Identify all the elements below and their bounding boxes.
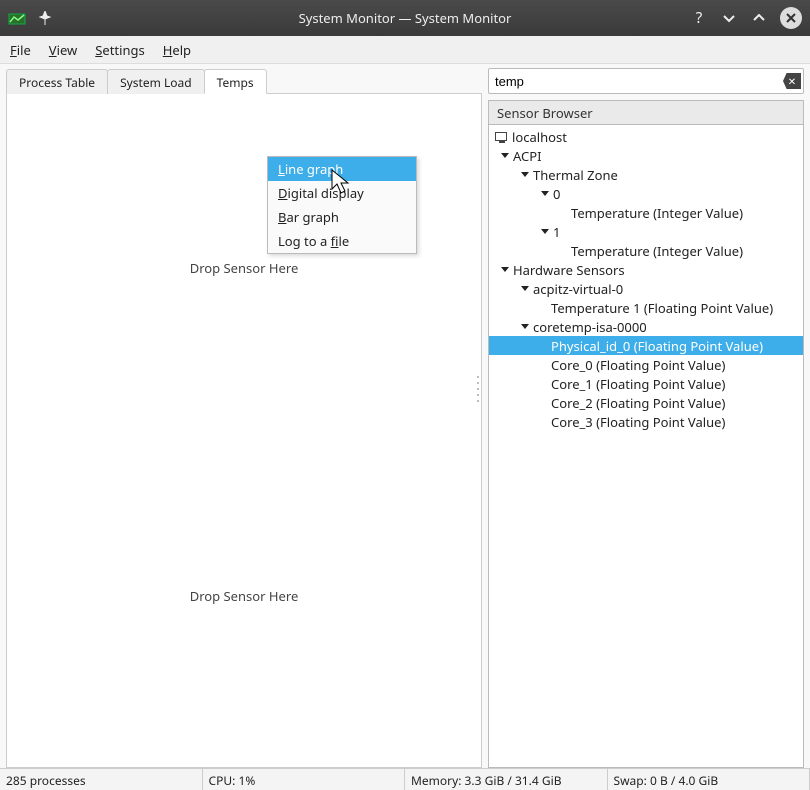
drop-hint-1: Drop Sensor Here [7,259,481,277]
tree-physical-id-0[interactable]: Physical_id_0 (Floating Point Value) [489,336,803,355]
search-row: ✕ [488,68,804,94]
menu-settings[interactable]: Settings [95,41,144,59]
context-log-to-file[interactable]: Log to a file [268,229,416,253]
sensor-browser-header: Sensor Browser [488,100,804,124]
tree-coretemp[interactable]: coretemp-isa-0000 [489,317,803,336]
tree-localhost[interactable]: localhost [489,127,803,146]
tree-core-3[interactable]: Core_3 (Floating Point Value) [489,412,803,431]
pin-icon[interactable] [36,9,54,27]
tree-zone-1[interactable]: 1 [489,222,803,241]
tab-temps[interactable]: Temps [204,69,267,94]
status-processes: 285 processes [0,769,203,790]
menu-view[interactable]: View [49,41,77,59]
tab-bar: Process Table System Load Temps [6,68,482,94]
status-cpu: CPU: 1% [202,769,406,790]
drop-hint-2: Drop Sensor Here [7,587,481,605]
tree-acpitz[interactable]: acpitz-virtual-0 [489,279,803,298]
titlebar: System Monitor — System Monitor ? [0,0,810,36]
tab-system-load[interactable]: System Load [107,69,205,94]
sensor-tree: localhost ACPI Thermal Zone 0 Temperatur… [488,124,804,768]
tree-thermal-zone[interactable]: Thermal Zone [489,165,803,184]
help-icon[interactable]: ? [690,9,708,27]
tree-zone-0-temp[interactable]: Temperature (Integer Value) [489,203,803,222]
splitter-handle[interactable] [475,374,481,404]
status-bar: 285 processes CPU: 1% Memory: 3.3 GiB / … [0,768,810,790]
context-digital-display[interactable]: Digital display [268,181,416,205]
menubar: File View Settings Help [0,36,810,64]
app-icon [8,9,26,27]
context-line-graph[interactable]: Line graph [268,157,416,181]
context-bar-graph[interactable]: Bar graph [268,205,416,229]
status-swap: Swap: 0 B / 4.0 GiB [607,769,810,790]
tree-core-2[interactable]: Core_2 (Floating Point Value) [489,393,803,412]
tree-acpi[interactable]: ACPI [489,146,803,165]
tree-temp1-fp[interactable]: Temperature 1 (Floating Point Value) [489,298,803,317]
maximize-icon[interactable] [750,9,768,27]
search-input[interactable] [495,74,783,89]
menu-help[interactable]: Help [163,41,191,59]
clear-search-button[interactable]: ✕ [783,73,801,89]
context-menu: Line graph Digital display Bar graph Log… [267,156,417,254]
status-memory: Memory: 3.3 GiB / 31.4 GiB [404,769,608,790]
tree-zone-1-temp[interactable]: Temperature (Integer Value) [489,241,803,260]
close-button[interactable] [780,7,802,29]
sensor-drop-area[interactable]: Drop Sensor Here Drop Sensor Here Line g… [6,94,482,768]
tree-core-0[interactable]: Core_0 (Floating Point Value) [489,355,803,374]
menu-file[interactable]: File [10,41,31,59]
tree-hw-sensors[interactable]: Hardware Sensors [489,260,803,279]
tree-core-1[interactable]: Core_1 (Floating Point Value) [489,374,803,393]
window-title: System Monitor — System Monitor [0,9,810,27]
minimize-icon[interactable] [720,9,738,27]
tab-process-table[interactable]: Process Table [6,69,108,94]
tree-zone-0[interactable]: 0 [489,184,803,203]
